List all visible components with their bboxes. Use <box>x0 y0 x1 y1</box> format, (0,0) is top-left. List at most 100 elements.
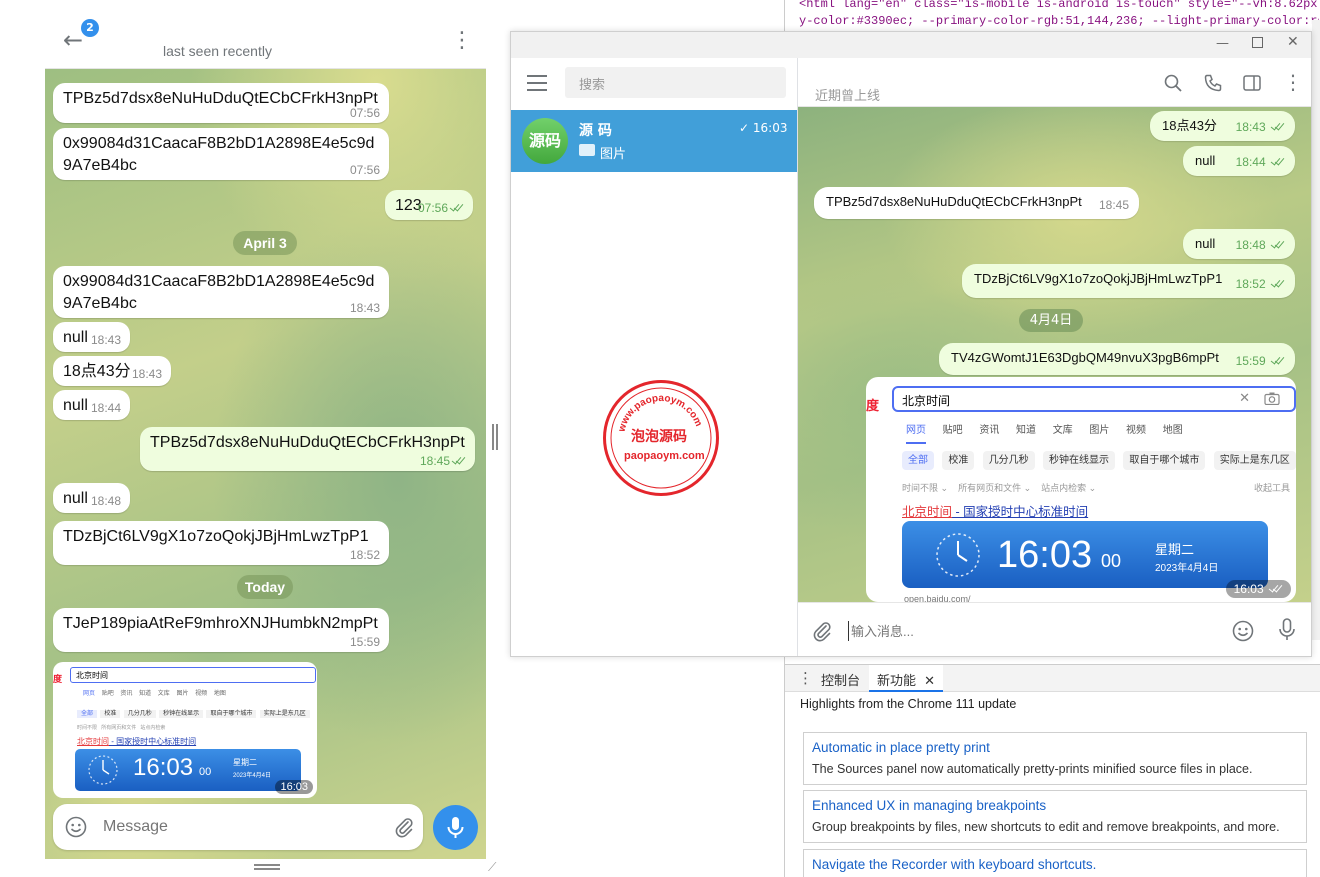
double-check-icon <box>1271 355 1285 365</box>
search-icon[interactable] <box>1164 74 1182 92</box>
close-icon[interactable]: ✕ <box>924 674 935 689</box>
tab[interactable]: 资讯 <box>120 691 132 697</box>
feature-card[interactable]: Enhanced UX in managing breakpoints Grou… <box>803 790 1307 843</box>
chip[interactable]: 实际上是东几区 <box>1213 451 1296 470</box>
tab[interactable]: 图片 <box>176 691 188 697</box>
maximize-icon[interactable] <box>1252 37 1263 48</box>
message-bubble-outgoing[interactable]: 123 07:56 <box>385 190 473 220</box>
image-message[interactable]: 度 北京时间 网页 贴吧 资讯 知道 文库 图片 视频 地图 全部 校准 几分几… <box>53 662 317 798</box>
chip[interactable]: 取自于哪个城市 <box>206 710 257 718</box>
filter[interactable]: 时间不限 <box>77 725 97 731</box>
tab[interactable]: 地图 <box>1163 425 1183 436</box>
collapse-tools-link[interactable]: 收起工具 <box>1254 481 1290 494</box>
message-bubble[interactable]: null 18:48 <box>53 483 130 513</box>
minimize-icon[interactable]: — <box>1216 36 1229 51</box>
search-input[interactable]: 北京时间 <box>70 667 316 683</box>
card-title-link[interactable]: Automatic in place pretty print <box>804 733 1306 756</box>
chip[interactable]: 校准 <box>100 710 121 718</box>
chat-list-item-selected[interactable]: 源码 源 码 图片 ✓ 16:03 <box>511 110 797 172</box>
resize-corner-icon[interactable]: ⟋ <box>488 860 496 875</box>
chip[interactable]: 实际上是东几区 <box>259 710 310 718</box>
attach-icon[interactable] <box>811 620 833 642</box>
feature-card[interactable]: Automatic in place pretty print The Sour… <box>803 732 1307 785</box>
chip[interactable]: 全部 <box>77 710 98 718</box>
menu-hamburger-icon[interactable] <box>527 75 547 91</box>
chip[interactable]: 秒钟在线显示 <box>159 710 204 718</box>
message-composer[interactable] <box>53 804 423 850</box>
search-tabs: 网页 贴吧 资讯 知道 文库 图片 视频 地图 <box>83 688 226 697</box>
tab[interactable]: 文库 <box>158 691 170 697</box>
result-title-highlight: 北京时间 <box>902 505 953 519</box>
filter[interactable]: 站点内检索 <box>140 725 165 731</box>
more-vertical-icon[interactable]: ⋮ <box>451 28 473 53</box>
search-input[interactable]: 搜索 <box>565 67 786 98</box>
attach-icon[interactable] <box>393 816 415 838</box>
tab[interactable]: 贴吧 <box>943 425 963 436</box>
emoji-icon[interactable] <box>1232 620 1254 642</box>
message-bubble[interactable]: 0x99084d31CaacaF8B2bD1A2898E4e5c9d9A7eB4… <box>53 266 389 318</box>
result-title-link[interactable]: 北京时间 - 国家授时中心标准时间 <box>77 736 196 747</box>
message-bubble[interactable]: TJeP189piaAtReF9mhroXNJHumbkN2mpPt 15:59 <box>53 608 389 652</box>
tab-web[interactable]: 网页 <box>906 425 926 444</box>
search-input[interactable]: 北京时间 ✕ <box>892 386 1296 412</box>
emoji-icon[interactable] <box>65 816 87 838</box>
tab[interactable]: 资讯 <box>979 425 999 436</box>
tab-console[interactable]: 控制台 <box>821 670 860 689</box>
tab[interactable]: 知道 <box>139 691 151 697</box>
search-filters: 时间不限 所有网页和文件 站点内检索 <box>77 724 165 731</box>
filter[interactable]: 所有网页和文件 <box>958 483 1021 493</box>
tab[interactable]: 知道 <box>1016 425 1036 436</box>
message-bubble[interactable]: 18点43分 18:43 <box>53 356 171 386</box>
back-arrow-icon[interactable]: ← <box>63 26 83 54</box>
chip[interactable]: 秒钟在线显示 <box>1043 451 1116 470</box>
message-bubble-outgoing[interactable]: null 18:48 <box>1183 229 1295 259</box>
chip[interactable]: 取自于哪个城市 <box>1123 451 1206 470</box>
tab[interactable]: 图片 <box>1089 425 1109 436</box>
scrollbar[interactable] <box>1312 20 1320 640</box>
tab[interactable]: 地图 <box>214 691 226 697</box>
clock-weekday: 星期二 <box>1155 542 1195 557</box>
tab[interactable]: 网页 <box>83 691 95 697</box>
feature-card[interactable]: Navigate the Recorder with keyboard shor… <box>803 849 1307 877</box>
microphone-icon[interactable] <box>1278 618 1296 642</box>
message-bubble[interactable]: TPBz5d7dsx8eNuHuDduQtECbCFrkH3npPt 18:45 <box>814 187 1139 219</box>
message-bubble-outgoing[interactable]: 18点43分 18:43 <box>1150 111 1295 141</box>
tab[interactable]: 文库 <box>1053 425 1073 436</box>
tab[interactable]: 贴吧 <box>102 691 114 697</box>
camera-icon[interactable] <box>1264 392 1280 405</box>
message-bubble[interactable]: 0x99084d31CaacaF8B2bD1A2898E4e5c9d9A7eB4… <box>53 128 389 180</box>
message-bubble[interactable]: null 18:43 <box>53 322 130 352</box>
tab[interactable]: 视频 <box>195 691 207 697</box>
more-options-icon[interactable]: ⋮ <box>798 669 813 687</box>
message-bubble[interactable]: TPBz5d7dsx8eNuHuDduQtECbCFrkH3npPt 07:56 <box>53 83 389 123</box>
more-vertical-icon[interactable]: ⋮ <box>1283 70 1303 94</box>
close-window-icon[interactable]: ✕ <box>1287 34 1299 50</box>
sidebar-toggle-icon[interactable] <box>1243 74 1261 92</box>
chip[interactable]: 几分几秒 <box>982 451 1035 470</box>
message-input[interactable] <box>848 621 1208 641</box>
card-title-link[interactable]: Enhanced UX in managing breakpoints <box>804 791 1306 814</box>
chip[interactable]: 全部 <box>902 451 934 470</box>
message-bubble[interactable]: TDzBjCt6LV9gX1o7zoQokjJBjHmLwzTpP1 18:52 <box>53 521 389 565</box>
result-title-link[interactable]: 北京时间 - 国家授时中心标准时间 <box>902 501 1088 520</box>
voice-record-button[interactable] <box>433 805 478 850</box>
message-bubble-outgoing[interactable]: TPBz5d7dsx8eNuHuDduQtECbCFrkH3npPt 18:45 <box>140 427 475 471</box>
chip[interactable]: 几分几秒 <box>123 710 156 718</box>
card-title-link[interactable]: Navigate the Recorder with keyboard shor… <box>804 850 1306 873</box>
filter[interactable]: 时间不限 <box>902 483 938 493</box>
image-message[interactable]: 度 北京时间 ✕ 网页 贴吧 资讯 知道 文库 图片 视频 地图 全部 校准 几… <box>866 377 1296 602</box>
filter[interactable]: 所有网页和文件 <box>101 725 136 731</box>
tab-whats-new[interactable]: 新功能 ✕ <box>869 665 944 692</box>
message-input[interactable] <box>103 816 333 838</box>
tab[interactable]: 视频 <box>1126 425 1146 436</box>
message-bubble[interactable]: null 18:44 <box>53 390 130 420</box>
message-bubble-outgoing[interactable]: TDzBjCt6LV9gX1o7zoQokjJBjHmLwzTpP1 18:52 <box>962 264 1295 298</box>
message-bubble-outgoing[interactable]: TV4zGWomtJ1E63DgbQM49nvuX3pgB6mpPt 15:59 <box>939 343 1295 375</box>
resize-handle[interactable] <box>254 864 280 870</box>
phone-icon[interactable] <box>1204 74 1222 92</box>
resize-handle[interactable] <box>492 424 498 450</box>
clear-icon[interactable]: ✕ <box>1239 390 1250 406</box>
chip[interactable]: 校准 <box>942 451 975 470</box>
filter[interactable]: 站点内检索 <box>1041 483 1086 493</box>
message-bubble-outgoing[interactable]: null 18:44 <box>1183 146 1295 176</box>
